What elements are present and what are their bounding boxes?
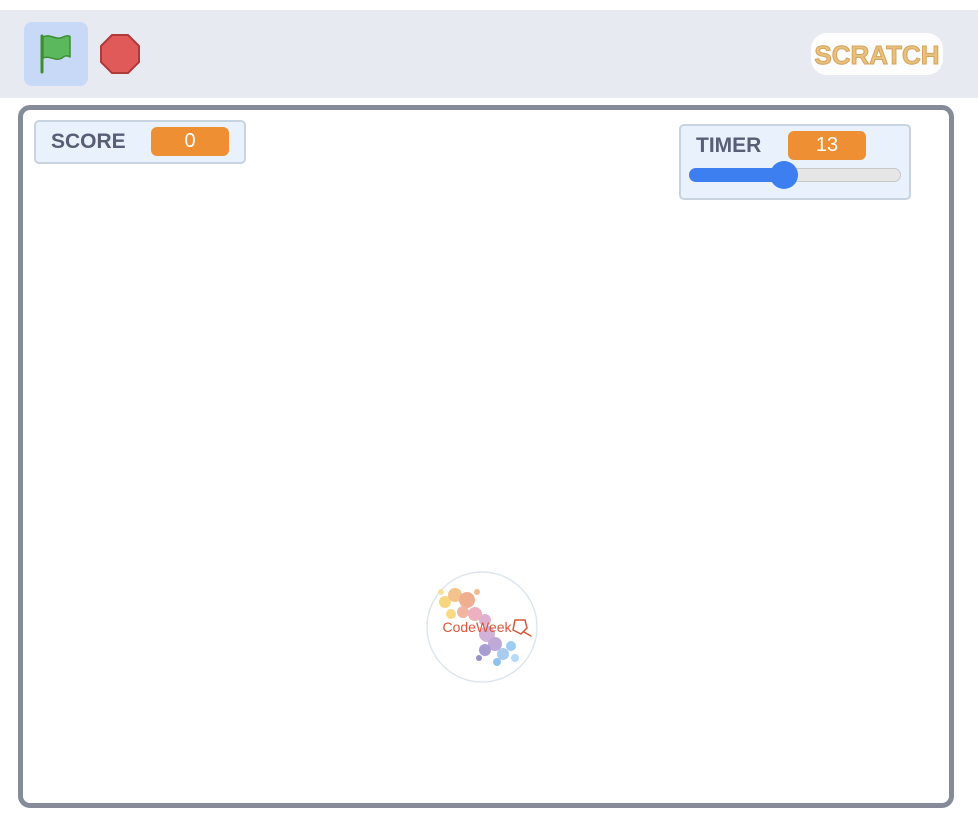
- score-monitor[interactable]: SCORE 0: [34, 120, 246, 164]
- logo-text: SCRATCH: [814, 40, 939, 70]
- stop-button[interactable]: [97, 31, 143, 77]
- codeweek-sprite[interactable]: CodeWeek: [425, 570, 539, 684]
- green-flag-button[interactable]: [24, 22, 88, 86]
- stage[interactable]: SCORE 0 TIMER 13 CodeWeek: [18, 105, 954, 808]
- score-value: 0: [151, 127, 229, 156]
- scratch-logo: SCRATCH: [806, 26, 948, 82]
- timer-slider-thumb[interactable]: [770, 161, 799, 189]
- codeweek-text: CodeWeek: [442, 619, 512, 635]
- stop-sign-icon: [100, 34, 140, 74]
- timer-monitor[interactable]: TIMER 13: [679, 124, 911, 200]
- player-toolbar: SCRATCH: [0, 10, 978, 98]
- score-label: SCORE: [51, 130, 126, 153]
- codeweek-logo-image: CodeWeek: [426, 571, 538, 683]
- timer-label: TIMER: [696, 134, 762, 157]
- timer-value: 13: [788, 131, 866, 160]
- scratch-player: SCRATCH SCORE 0 TIMER 13 CodeWeek: [0, 0, 978, 838]
- green-flag-icon: [40, 34, 71, 74]
